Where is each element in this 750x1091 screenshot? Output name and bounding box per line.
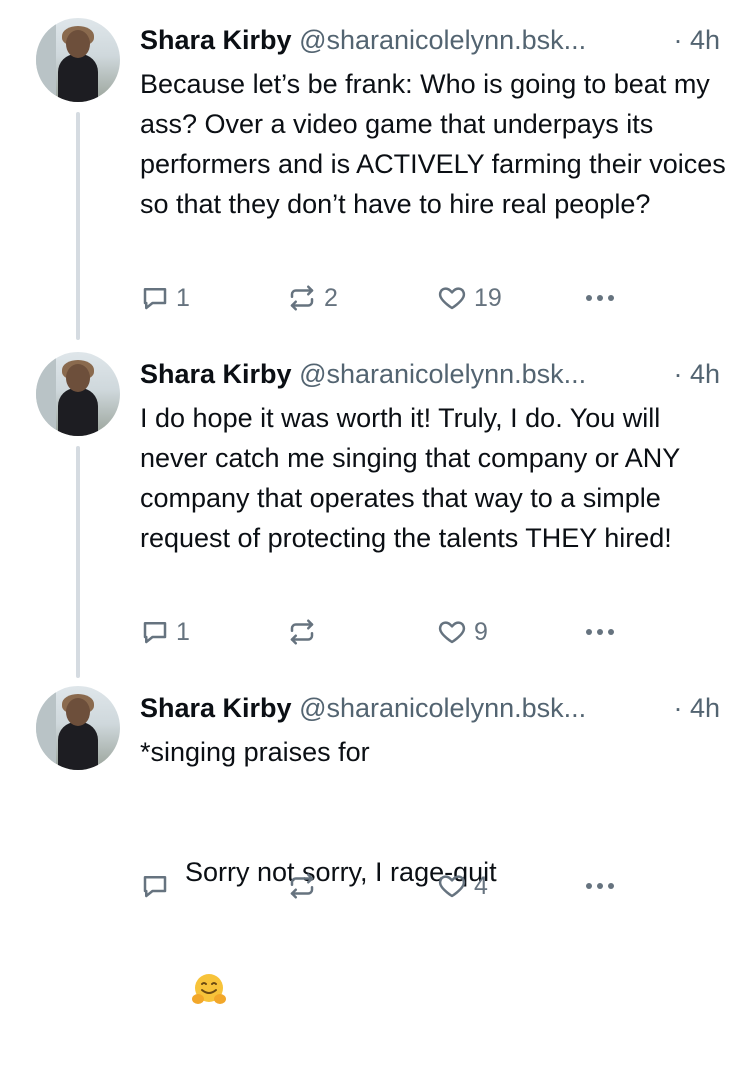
- author-name[interactable]: Shara Kirby: [140, 693, 292, 723]
- author-name[interactable]: Shara Kirby: [140, 25, 292, 55]
- repost-icon: [286, 871, 318, 901]
- avatar[interactable]: [36, 686, 120, 770]
- author-handle[interactable]: @sharanicolelynn.bsk...: [299, 359, 586, 389]
- author-name[interactable]: Shara Kirby: [140, 359, 292, 389]
- heart-icon: [436, 283, 468, 313]
- post-actions: 4: [140, 866, 640, 906]
- thread-line: [76, 112, 80, 340]
- author-handle[interactable]: @sharanicolelynn.bsk...: [299, 693, 586, 723]
- post-text-line-2: Sorry not sorry, I rage-quit: [140, 812, 730, 1091]
- reply-button[interactable]: [140, 866, 176, 906]
- avatar[interactable]: [36, 18, 120, 102]
- post-time[interactable]: · 4h: [673, 22, 720, 58]
- more-button[interactable]: [582, 278, 618, 318]
- heart-icon: [436, 871, 468, 901]
- repost-count: 2: [324, 283, 338, 312]
- repost-icon: [286, 283, 318, 313]
- avatar[interactable]: [36, 352, 120, 436]
- post-3[interactable]: Shara Kirby @sharanicolelynn.bsk... · 4h…: [0, 678, 750, 1004]
- post-actions: 1 9: [140, 612, 640, 652]
- thread-feed: Shara Kirby @sharanicolelynn.bsk... · 4h…: [0, 0, 750, 1004]
- thread-line: [76, 446, 80, 678]
- reply-icon: [140, 617, 170, 647]
- post-1[interactable]: Shara Kirby @sharanicolelynn.bsk... · 4h…: [0, 0, 750, 340]
- post-time[interactable]: · 4h: [673, 690, 720, 726]
- repost-button[interactable]: [286, 866, 324, 906]
- repost-icon: [286, 617, 318, 647]
- more-icon: [582, 283, 618, 313]
- post-text: Because let’s be frank: Who is going to …: [140, 69, 734, 219]
- like-button[interactable]: 9: [436, 612, 488, 652]
- like-button[interactable]: 19: [436, 278, 502, 318]
- like-button[interactable]: 4: [436, 866, 488, 906]
- post-header: Shara Kirby @sharanicolelynn.bsk... · 4h: [140, 22, 720, 58]
- reply-button[interactable]: 1: [140, 612, 190, 652]
- reply-count: 1: [176, 283, 190, 312]
- more-icon: [582, 871, 618, 901]
- heart-icon: [436, 617, 468, 647]
- post-text: I do hope it was worth it! Truly, I do. …: [140, 403, 688, 553]
- reply-button[interactable]: 1: [140, 278, 190, 318]
- reply-count: 1: [176, 617, 190, 646]
- like-count: 19: [474, 283, 502, 312]
- reply-icon: [140, 871, 170, 901]
- post-text-line-1: *singing praises for: [140, 737, 370, 767]
- author-handle[interactable]: @sharanicolelynn.bsk...: [299, 25, 586, 55]
- post-time[interactable]: · 4h: [673, 356, 720, 392]
- repost-button[interactable]: [286, 612, 324, 652]
- post-actions: 1 2 19: [140, 278, 640, 318]
- post-2[interactable]: Shara Kirby @sharanicolelynn.bsk... · 4h…: [0, 340, 750, 678]
- repost-button[interactable]: 2: [286, 278, 338, 318]
- post-header: Shara Kirby @sharanicolelynn.bsk... · 4h: [140, 690, 720, 726]
- like-count: 4: [474, 871, 488, 900]
- reply-icon: [140, 283, 170, 313]
- more-button[interactable]: [582, 866, 618, 906]
- like-count: 9: [474, 617, 488, 646]
- post-header: Shara Kirby @sharanicolelynn.bsk... · 4h: [140, 356, 720, 392]
- more-button[interactable]: [582, 612, 618, 652]
- more-icon: [582, 617, 618, 647]
